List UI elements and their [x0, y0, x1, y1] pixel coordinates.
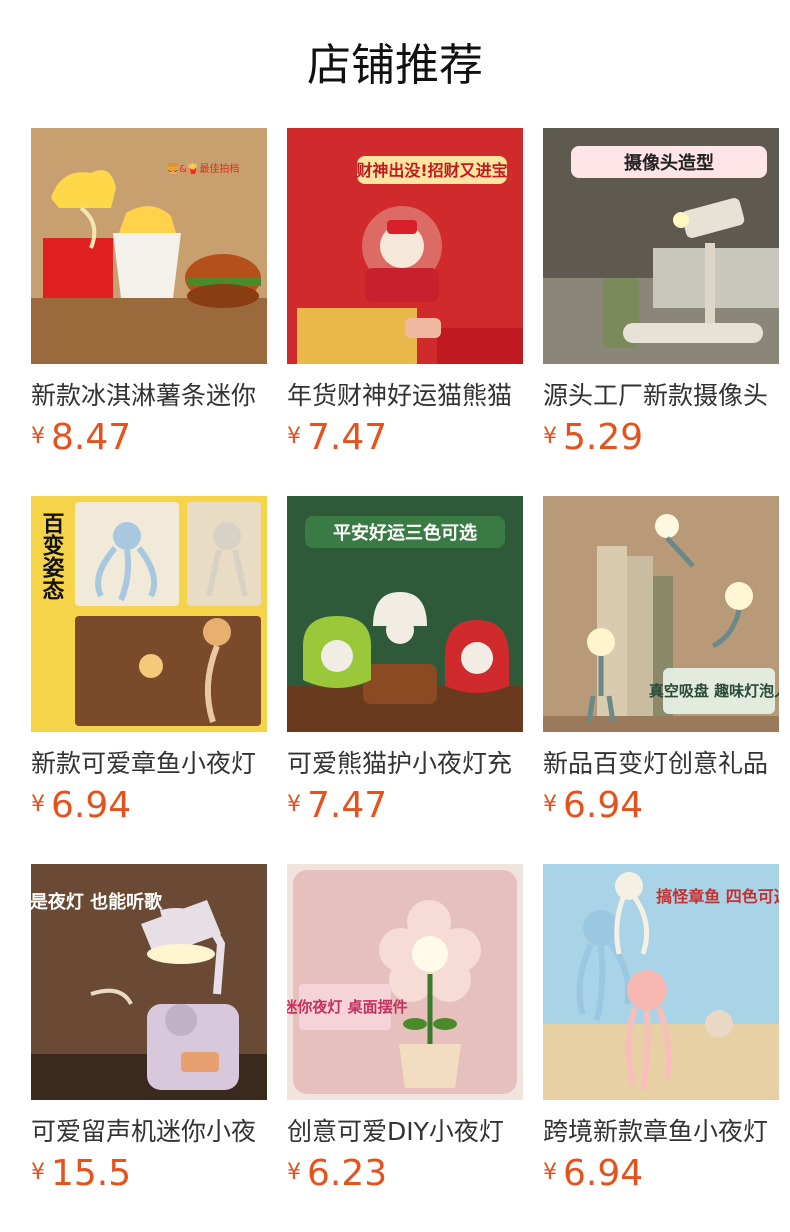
- product-card[interactable]: 既是夜灯 也能听歌 可爱留声机迷你小夜 ¥15.5: [31, 864, 267, 1194]
- price-value: 6.23: [307, 1153, 388, 1194]
- product-name[interactable]: 年货财神好运猫熊猫: [287, 378, 523, 414]
- price-value: 6.94: [51, 785, 132, 826]
- fortune-god-lamp-icon: 财神出没!招财又进宝: [287, 128, 523, 364]
- product-name[interactable]: 创意可爱DIY小夜灯: [287, 1114, 523, 1150]
- panda-apple-lamp-icon: 平安好运三色可选: [287, 496, 523, 732]
- product-name[interactable]: 新款可爱章鱼小夜灯: [31, 746, 267, 782]
- product-image[interactable]: 🍔&🍟最佳拍档: [31, 128, 267, 364]
- image-tag: 摄像头造型: [624, 152, 714, 174]
- page-title: 店铺推荐: [307, 40, 483, 91]
- product-price: ¥6.23: [287, 1152, 523, 1196]
- product-image[interactable]: 既是夜灯 也能听歌: [31, 864, 267, 1100]
- image-tag: 平安好运三色可选: [333, 522, 477, 544]
- currency-symbol: ¥: [31, 791, 45, 817]
- suction-bulb-lamp-icon: 真空吸盘 趣味灯泡人: [543, 496, 779, 732]
- currency-symbol: ¥: [287, 423, 301, 449]
- octopus-lamp-icon: 百变姿态: [31, 496, 267, 732]
- price-value: 5.29: [563, 417, 644, 458]
- product-image[interactable]: 百变姿态: [31, 496, 267, 732]
- product-image[interactable]: 搞怪章鱼 四色可选: [543, 864, 779, 1100]
- price-value: 7.47: [307, 417, 388, 458]
- image-tag: 百变姿态: [39, 512, 65, 600]
- currency-symbol: ¥: [287, 791, 301, 817]
- product-image[interactable]: 迷你夜灯 桌面摆件: [287, 864, 523, 1100]
- product-price: ¥6.94: [543, 784, 779, 828]
- price-value: 6.94: [563, 1153, 644, 1194]
- product-image[interactable]: 摄像头造型: [543, 128, 779, 364]
- image-tag: 财神出没!招财又进宝: [355, 161, 507, 180]
- currency-symbol: ¥: [31, 1159, 45, 1185]
- product-name[interactable]: 源头工厂新款摄像头: [543, 378, 779, 414]
- camera-lamp-icon: 摄像头造型: [543, 128, 779, 364]
- product-price: ¥6.94: [543, 1152, 779, 1196]
- currency-symbol: ¥: [31, 423, 45, 449]
- octopus-beach-lamp-icon: 搞怪章鱼 四色可选: [543, 864, 779, 1100]
- currency-symbol: ¥: [543, 423, 557, 449]
- product-name[interactable]: 新款冰淇淋薯条迷你: [31, 378, 267, 414]
- product-card[interactable]: 摄像头造型 源头工厂新款摄像头 ¥5.29: [543, 128, 779, 458]
- product-image[interactable]: 平安好运三色可选: [287, 496, 523, 732]
- product-image[interactable]: 真空吸盘 趣味灯泡人: [543, 496, 779, 732]
- product-price: ¥15.5: [31, 1152, 267, 1196]
- price-value: 6.94: [563, 785, 644, 826]
- image-tag: 既是夜灯 也能听歌: [31, 891, 163, 913]
- product-name[interactable]: 可爱熊猫护小夜灯充: [287, 746, 523, 782]
- product-price: ¥8.47: [31, 416, 267, 460]
- gramophone-lamp-icon: 既是夜灯 也能听歌: [31, 864, 267, 1100]
- product-name[interactable]: 跨境新款章鱼小夜灯: [543, 1114, 779, 1150]
- product-card[interactable]: 搞怪章鱼 四色可选 跨境新款章鱼小夜灯 ¥6.94: [543, 864, 779, 1194]
- price-value: 15.5: [51, 1153, 132, 1194]
- fries-burger-lamp-icon: 🍔&🍟最佳拍档: [31, 128, 267, 364]
- image-tag: 迷你夜灯 桌面摆件: [287, 998, 408, 1016]
- image-tag: 搞怪章鱼 四色可选: [656, 887, 779, 906]
- product-image[interactable]: 财神出没!招财又进宝: [287, 128, 523, 364]
- product-price: ¥7.47: [287, 416, 523, 460]
- product-price: ¥5.29: [543, 416, 779, 460]
- product-card[interactable]: 🍔&🍟最佳拍档 新款冰淇淋薯条迷你 ¥8.47: [31, 128, 267, 458]
- product-card[interactable]: 百变姿态 新款可爱章鱼小夜灯 ¥6.94: [31, 496, 267, 826]
- flower-lamp-icon: 迷你夜灯 桌面摆件: [287, 864, 523, 1100]
- price-value: 7.47: [307, 785, 388, 826]
- product-name[interactable]: 可爱留声机迷你小夜: [31, 1114, 267, 1150]
- product-price: ¥7.47: [287, 784, 523, 828]
- product-card[interactable]: 财神出没!招财又进宝 年货财神好运猫熊猫 ¥7.47: [287, 128, 523, 458]
- image-tag: 🍔&🍟最佳拍档: [167, 162, 240, 175]
- currency-symbol: ¥: [543, 791, 557, 817]
- product-card[interactable]: 平安好运三色可选 可爱熊猫护小夜灯充 ¥7.47: [287, 496, 523, 826]
- product-price: ¥6.94: [31, 784, 267, 828]
- product-name[interactable]: 新品百变灯创意礼品: [543, 746, 779, 782]
- currency-symbol: ¥: [543, 1159, 557, 1185]
- price-value: 8.47: [51, 417, 132, 458]
- product-card[interactable]: 真空吸盘 趣味灯泡人 新品百变灯创意礼品 ¥6.94: [543, 496, 779, 826]
- image-tag: 真空吸盘 趣味灯泡人: [649, 682, 779, 700]
- currency-symbol: ¥: [287, 1159, 301, 1185]
- product-card[interactable]: 迷你夜灯 桌面摆件 创意可爱DIY小夜灯 ¥6.23: [287, 864, 523, 1194]
